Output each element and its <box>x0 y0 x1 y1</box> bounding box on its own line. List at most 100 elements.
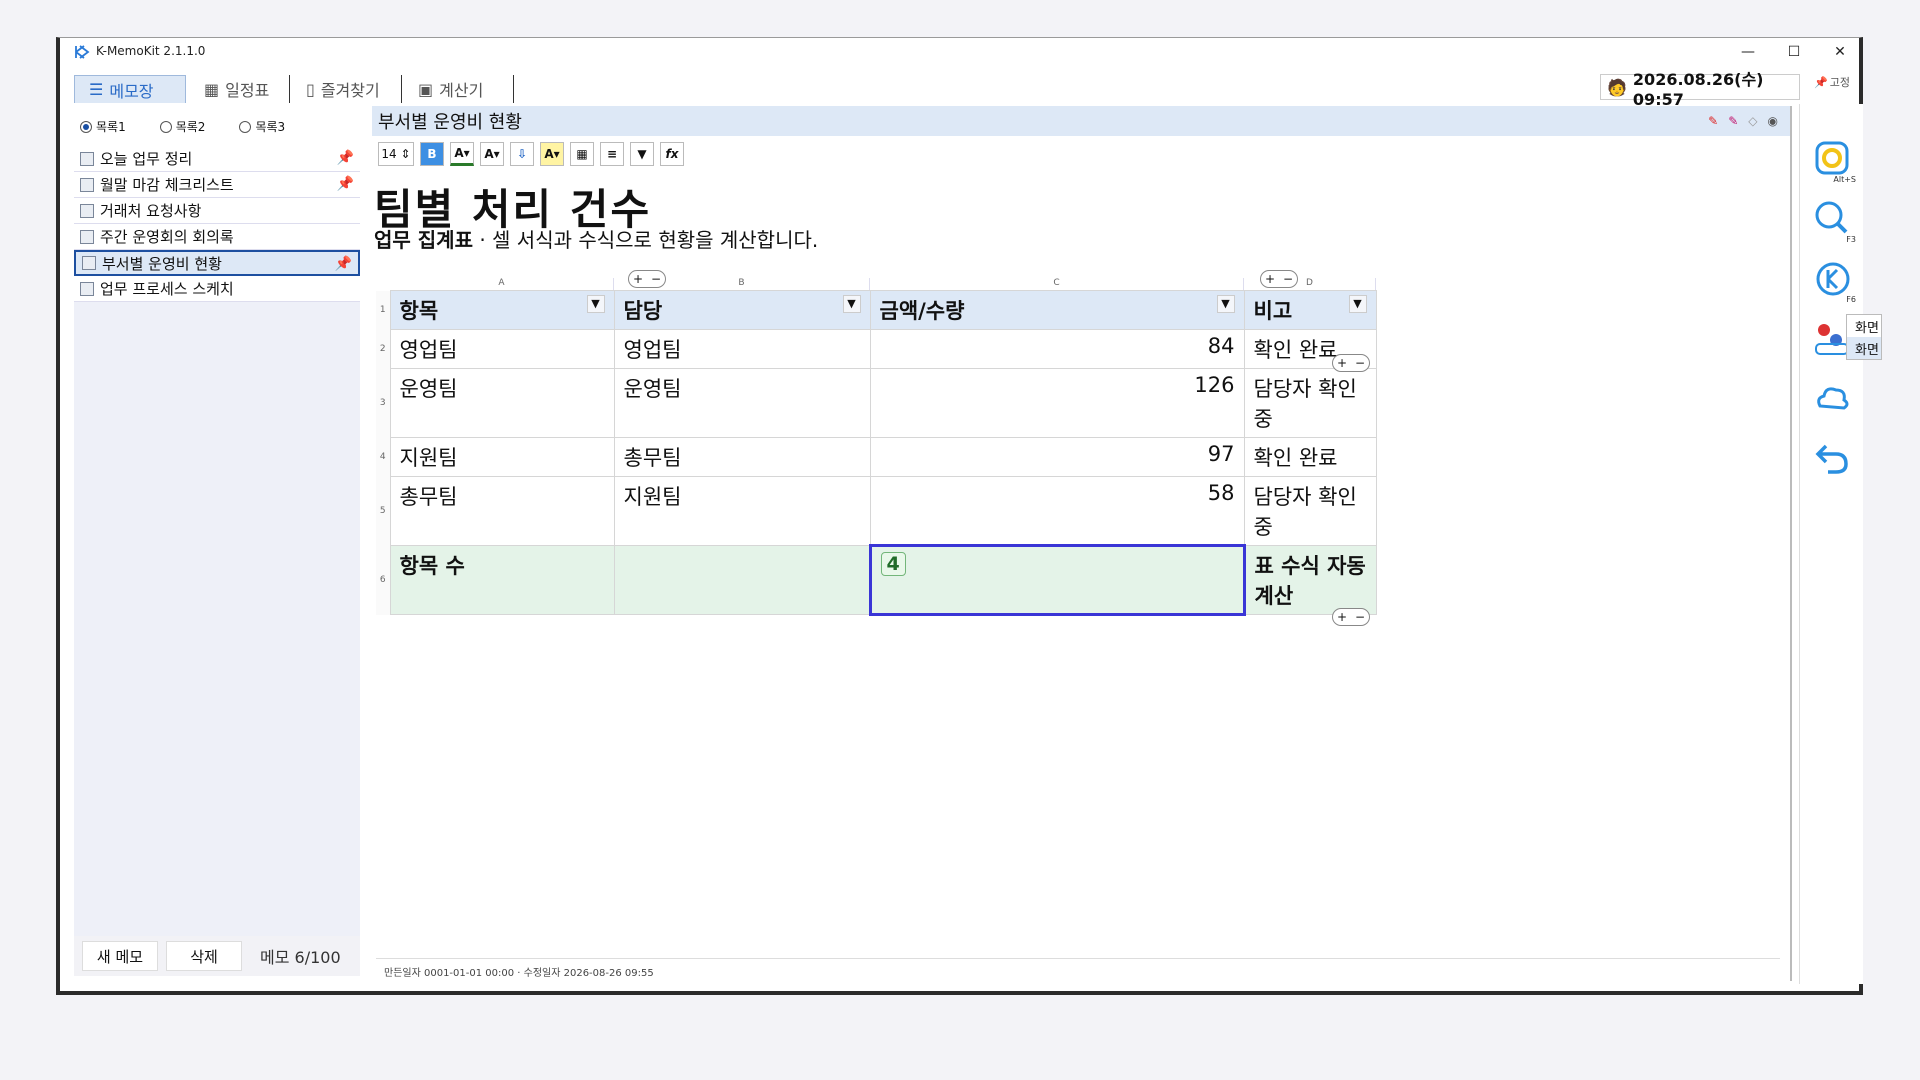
table-cell[interactable]: 영업팀 <box>613 329 871 369</box>
row-number: 6 <box>376 545 390 615</box>
tab-bar: ☰ 메모장 ▦ 일정표 ▯ 즐겨찾기 ▣ 계산기 <box>60 72 1800 103</box>
font-style-icon[interactable]: A▾ <box>480 142 504 166</box>
table-grid-icon[interactable]: ▦ <box>570 142 594 166</box>
maximize-button[interactable]: ☐ <box>1771 38 1817 66</box>
table-cell[interactable]: 58 <box>869 476 1245 546</box>
avatar-icon: 🧑 <box>1607 77 1627 97</box>
highlighter-icon[interactable]: ✎ <box>1728 114 1738 128</box>
insert-icon[interactable]: ⇩ <box>510 142 534 166</box>
table-cell[interactable]: 지원팀 <box>389 437 615 477</box>
pin-icon[interactable]: 📌 <box>337 176 354 192</box>
memo-item[interactable]: 월말 마감 체크리스트 📌 <box>74 172 360 198</box>
list-radio-label: 목록1 <box>96 120 126 134</box>
header-label: 금액/수량 <box>879 299 965 323</box>
memo-title-field[interactable]: 부서별 운영비 현황 <box>378 108 522 134</box>
document-icon <box>80 151 94 166</box>
table-cell[interactable]: 담당자 확인 중 <box>1243 368 1377 438</box>
header-label: 담당 <box>623 299 663 323</box>
font-color-icon[interactable]: A▾ <box>450 142 474 166</box>
pen-icon[interactable]: ✎ <box>1708 114 1718 128</box>
eye-icon[interactable]: ◉ <box>1768 114 1778 128</box>
column-header[interactable]: C <box>870 278 1244 290</box>
column-header[interactable]: B <box>614 278 870 290</box>
memo-item[interactable]: 거래처 요청사항 <box>74 198 360 224</box>
table-header-row: 1 항목 ▼ 담당 ▼ 금액/수량 ▼ 비고 ▼ <box>376 290 1377 330</box>
undo-button[interactable] <box>1812 438 1856 482</box>
add-remove-row-control[interactable]: + − <box>1332 354 1370 372</box>
bold-icon[interactable]: B <box>420 142 444 166</box>
column-header[interactable]: A <box>390 278 614 290</box>
column-header[interactable]: D <box>1244 278 1376 290</box>
tooltip-item[interactable]: 화면 녹 <box>1847 337 1881 359</box>
new-memo-button[interactable]: 새 메모 <box>82 941 158 971</box>
filter-dropdown-icon[interactable]: ▼ <box>586 295 605 313</box>
memo-item[interactable]: 업무 프로세스 스케치 <box>74 276 360 302</box>
table-cell[interactable]: 확인 완료 <box>1243 437 1377 477</box>
app-logo-icon <box>75 45 90 59</box>
pin-icon[interactable]: 📌 <box>337 150 354 166</box>
memo-item[interactable]: 주간 운영회의 회의록 <box>74 224 360 250</box>
table-cell[interactable]: 비고 ▼ <box>1243 290 1377 330</box>
minimize-button[interactable]: — <box>1725 38 1771 66</box>
tab-memo[interactable]: ☰ 메모장 <box>74 75 186 103</box>
header-label: 항목 <box>399 299 439 323</box>
filter-dropdown-icon[interactable]: ▼ <box>1216 295 1235 313</box>
memo-header: 부서별 운영비 현황 ✎ ✎ ◇ ◉ <box>372 106 1790 136</box>
table-cell[interactable]: 총무팀 <box>389 476 615 546</box>
delete-memo-button[interactable]: 삭제 <box>166 941 242 971</box>
close-button[interactable]: ✕ <box>1817 38 1863 66</box>
table-cell[interactable]: 영업팀 <box>389 329 615 369</box>
tab-bookmarks[interactable]: ▯ 즐겨찾기 <box>292 75 402 103</box>
memo-title: 업무 프로세스 스케치 <box>100 280 234 298</box>
memo-list: 오늘 업무 정리 📌 월말 마감 체크리스트 📌 거래처 요청사항 주간 운영회의 … <box>74 146 360 966</box>
list-radio-3[interactable]: 목록3 <box>239 118 285 135</box>
hotkey-label: Alt+S <box>1833 175 1856 184</box>
table-cell[interactable]: 담당 ▼ <box>613 290 871 330</box>
tab-calculator[interactable]: ▣ 계산기 <box>404 75 514 103</box>
pin-window-toggle[interactable]: 📌 고정 <box>1814 74 1850 90</box>
add-remove-row-control[interactable]: + − <box>1332 608 1370 626</box>
mode-icons: ✎ ✎ ◇ ◉ <box>1708 114 1778 128</box>
pin-icon[interactable]: 📌 <box>335 256 352 272</box>
list-radio-1[interactable]: 목록1 <box>80 118 126 135</box>
cloud-button[interactable] <box>1812 378 1856 422</box>
table-cell[interactable]: 126 <box>869 368 1245 438</box>
filter-dropdown-icon[interactable]: ▼ <box>1348 295 1367 313</box>
search-icon <box>1815 201 1848 234</box>
selected-cell[interactable]: 4 <box>868 544 1246 616</box>
highlight-color-icon[interactable]: A▾ <box>540 142 564 166</box>
table-cell[interactable]: 총무팀 <box>613 437 871 477</box>
eraser-icon[interactable]: ◇ <box>1748 114 1757 128</box>
table-cell[interactable]: 지원팀 <box>613 476 871 546</box>
tab-schedule[interactable]: ▦ 일정표 <box>190 75 290 103</box>
list-radio-2[interactable]: 목록2 <box>159 118 205 135</box>
memo-icon: ☰ <box>89 80 104 99</box>
memo-title: 부서별 운영비 현황 <box>102 254 222 273</box>
bookmark-icon: ▯ <box>306 79 315 99</box>
filter-icon[interactable]: ▼ <box>630 142 654 166</box>
table-cell[interactable]: 금액/수량 ▼ <box>869 290 1245 330</box>
search-button[interactable]: F3 <box>1812 198 1856 244</box>
screen-capture-button[interactable]: Alt+S <box>1812 138 1856 184</box>
function-icon[interactable]: fx <box>660 142 684 166</box>
table-cell[interactable]: 표 수식 자동 계산 <box>1243 545 1377 615</box>
table-cell[interactable]: 운영팀 <box>613 368 871 438</box>
font-size-stepper[interactable]: 14 ⇕ <box>378 142 414 166</box>
table-cell[interactable]: 항목 수 <box>389 545 615 615</box>
table-cell[interactable]: 97 <box>869 437 1245 477</box>
document-icon <box>80 229 94 244</box>
table-cell[interactable]: 84 <box>869 329 1245 369</box>
clock: 🧑 2026.08.26(수) 09:57 <box>1600 70 1800 109</box>
kmemo-button[interactable]: F6 <box>1812 258 1856 304</box>
tooltip-item[interactable]: 화면 캡 <box>1847 315 1881 337</box>
table-cell[interactable]: 운영팀 <box>389 368 615 438</box>
table-row: 2 영업팀 영업팀 84 확인 완료 <box>376 329 1377 369</box>
app-window: K-MemoKit 2.1.1.0 — ☐ ✕ ☰ 메모장 ▦ 일정표 ▯ 즐겨찾기 … <box>56 37 1882 995</box>
table-cell[interactable]: 항목 ▼ <box>389 290 615 330</box>
table-cell[interactable] <box>613 545 871 615</box>
memo-item[interactable]: 오늘 업무 정리 📌 <box>74 146 360 172</box>
table-cell[interactable]: 담당자 확인 중 <box>1243 476 1377 546</box>
memo-item-selected[interactable]: 부서별 운영비 현황 📌 <box>74 250 360 276</box>
align-icon[interactable]: ≡ <box>600 142 624 166</box>
filter-dropdown-icon[interactable]: ▼ <box>842 295 861 313</box>
